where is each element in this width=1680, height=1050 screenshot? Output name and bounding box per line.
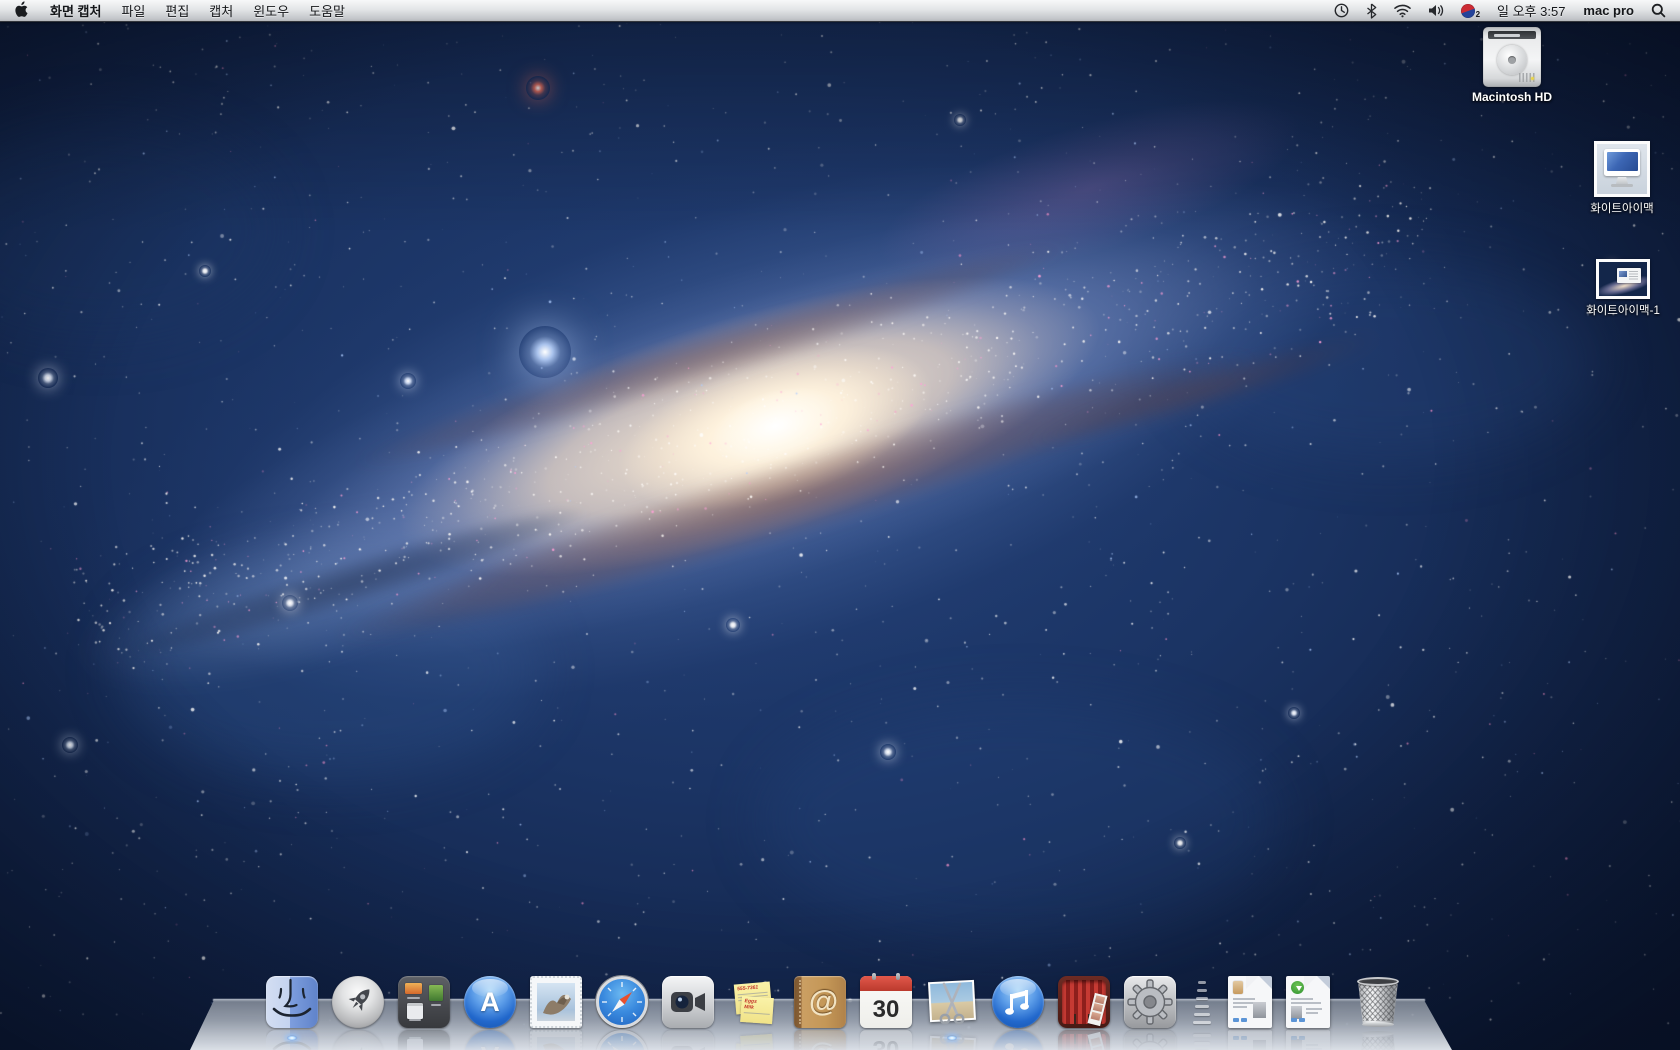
stacks-emblem xyxy=(1233,981,1243,994)
dock-item-preview[interactable] xyxy=(926,976,978,1028)
hard-drive-icon xyxy=(1483,27,1541,87)
dock-item-mission-control[interactable] xyxy=(398,976,450,1028)
music-note-icon xyxy=(992,976,1044,1028)
desktop-icon-white-imac-1[interactable]: 화이트아이맥-1 xyxy=(1563,259,1680,318)
document-page xyxy=(1228,976,1272,1028)
korean-input-icon[interactable]: 2 xyxy=(1453,0,1488,21)
scissors-icon xyxy=(926,976,978,1028)
desktop-icon-macintosh-hd[interactable]: Macintosh HD xyxy=(1452,27,1572,104)
bright-star xyxy=(954,114,966,126)
wifi-icon[interactable] xyxy=(1385,0,1420,21)
calendar-header xyxy=(860,976,912,991)
bright-star xyxy=(519,326,571,378)
dock-item-document-1[interactable] xyxy=(1228,976,1272,1028)
menu-clock[interactable]: 일 오후 3:57 xyxy=(1488,1,1574,20)
desktop-icon-label: 화이트아이맥-1 xyxy=(1563,302,1680,318)
dock-item-launchpad[interactable] xyxy=(332,976,384,1028)
bluetooth-icon[interactable] xyxy=(1358,0,1385,21)
trash-rim xyxy=(1357,977,1399,986)
dock-item-address-book[interactable]: @ xyxy=(794,976,846,1028)
bright-star xyxy=(400,373,416,389)
app-store-a-glyph: A xyxy=(464,976,516,1028)
trash-mesh xyxy=(1357,984,1399,1021)
dock-item-finder[interactable] xyxy=(266,976,318,1028)
bright-star xyxy=(726,618,740,632)
time-machine-icon[interactable] xyxy=(1325,0,1358,21)
trash-base xyxy=(1362,1022,1394,1027)
dock-item-photo-booth[interactable] xyxy=(1058,976,1110,1028)
fast-user-switching[interactable]: mac pro xyxy=(1574,3,1643,18)
desktop-icon-label: 화이트아이맥 xyxy=(1562,200,1680,216)
taegeuk-icon xyxy=(1461,4,1475,18)
dock-item-itunes[interactable] xyxy=(992,976,1044,1028)
apple-logo-icon xyxy=(14,1,28,21)
bright-star xyxy=(282,595,298,611)
calendar-day: 30 xyxy=(860,991,912,1028)
apple-menu[interactable] xyxy=(0,0,40,21)
volume-icon[interactable] xyxy=(1420,0,1453,21)
document-page xyxy=(1286,976,1330,1028)
dock-item-facetime[interactable] xyxy=(662,976,714,1028)
bright-star xyxy=(526,76,550,100)
at-symbol: @ xyxy=(794,976,846,1028)
stamp-eagle-icon xyxy=(537,983,575,1021)
gear-icon xyxy=(1124,976,1176,1028)
download-emblem xyxy=(1291,981,1304,994)
menu-capture[interactable]: 캡처 xyxy=(199,0,243,21)
menu-file[interactable]: 파일 xyxy=(111,0,155,21)
starfield xyxy=(0,0,1680,1050)
menu-bar-left: 화면 캡처 파일 편집 캡처 윈도우 도움말 xyxy=(0,0,355,21)
menu-help[interactable]: 도움말 xyxy=(299,0,355,21)
input-source-subscript: 2 xyxy=(1476,10,1480,19)
bright-star xyxy=(880,744,896,760)
image-thumbnail-icon xyxy=(1596,259,1650,299)
dock-item-system-preferences[interactable] xyxy=(1124,976,1176,1028)
dock-item-stickies[interactable]: 555-7361 Eggs Milk xyxy=(728,976,780,1028)
desktop-icon-label: Macintosh HD xyxy=(1452,90,1572,104)
dock-item-safari[interactable] xyxy=(596,976,648,1028)
bright-star xyxy=(1174,837,1186,849)
menu-bar-right: 2 일 오후 3:57 mac pro xyxy=(1325,0,1680,21)
dock-item-document-2[interactable] xyxy=(1286,976,1330,1028)
menu-edit[interactable]: 편집 xyxy=(155,0,199,21)
bright-star xyxy=(1288,707,1300,719)
dock-item-trash[interactable] xyxy=(1354,976,1402,1028)
desktop-icon-white-imac[interactable]: 화이트아이맥 xyxy=(1562,141,1680,216)
bright-star xyxy=(199,265,211,277)
spotlight-icon[interactable] xyxy=(1643,0,1680,21)
dock-item-app-store[interactable]: A xyxy=(464,976,516,1028)
dock-icons-row: A xyxy=(266,976,1402,1028)
bright-star xyxy=(38,368,58,388)
sticky-note: Eggs Milk xyxy=(740,996,774,1024)
dock-item-ical[interactable]: 30 xyxy=(860,976,912,1028)
bright-star xyxy=(62,737,78,753)
menu-bar: 화면 캡처 파일 편집 캡처 윈도우 도움말 xyxy=(0,0,1680,22)
dock-separator xyxy=(1190,976,1214,1028)
dock-item-mail[interactable] xyxy=(530,976,582,1028)
menu-window[interactable]: 윈도우 xyxy=(243,0,299,21)
image-thumbnail-icon xyxy=(1594,141,1650,197)
menu-app-name[interactable]: 화면 캡처 xyxy=(40,0,111,21)
